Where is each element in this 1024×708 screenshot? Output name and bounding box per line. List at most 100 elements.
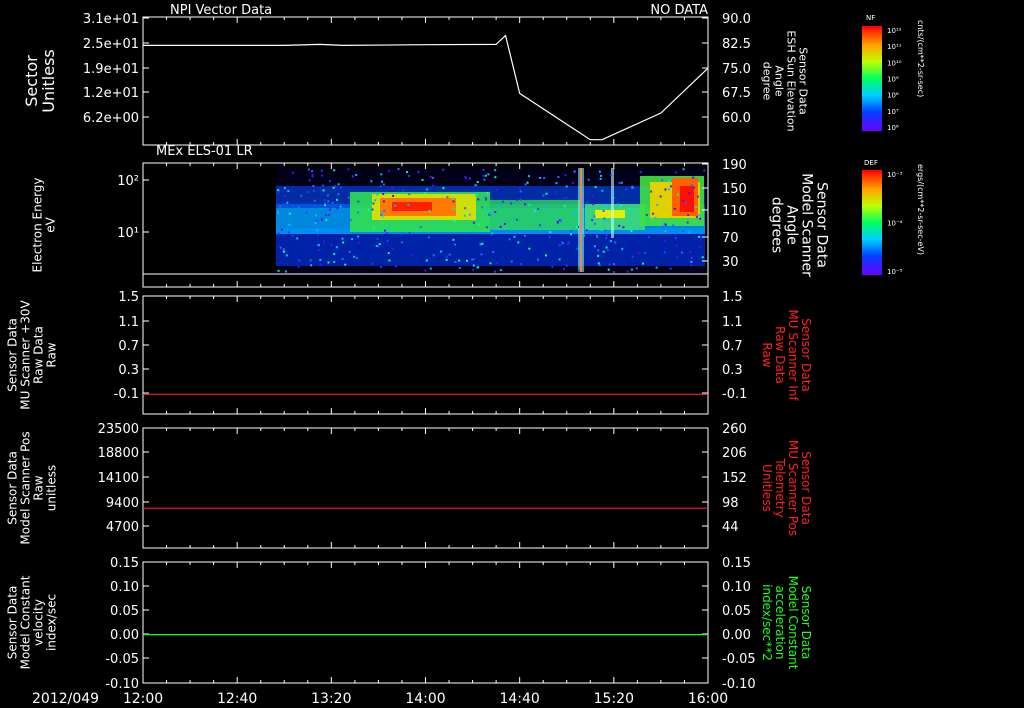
spectrogram-speckle [322, 217, 325, 220]
spectrogram-speckle [333, 260, 336, 263]
spectrogram-speckle [380, 265, 383, 268]
spectrogram-speckle [687, 214, 690, 216]
spectrogram-speckle [494, 169, 497, 172]
spectrogram-speckle [600, 228, 603, 231]
spectrogram-speckle [331, 201, 334, 204]
spectrogram-speckle [282, 248, 285, 251]
right-tick-label: 0.05 [722, 604, 751, 619]
spectrogram-speckle [432, 254, 435, 257]
spectrogram-speckle [603, 217, 606, 220]
spectrogram-speckle [571, 181, 574, 184]
spectrogram-red-d [680, 186, 694, 212]
right-tick-label: 1.1 [722, 315, 743, 330]
right-tick-label: 260 [722, 422, 747, 437]
spectrogram-speckle [656, 203, 659, 206]
left-tick-label: 9400 [106, 496, 139, 511]
left-tick-label: 0.3 [118, 363, 139, 378]
electron-spectrogram [276, 168, 706, 275]
spectrogram-speckle [318, 249, 321, 251]
spectrogram-speckle [690, 260, 693, 263]
right-axis-title: Sensor DataModel Constantaccelerationind… [760, 576, 813, 670]
left-axis-title-line: Unitless [39, 49, 58, 113]
spectrogram-speckle [338, 228, 341, 231]
nf-colorbar-gradient [862, 26, 882, 131]
right-tick-label: 75.0 [722, 62, 751, 77]
spectrogram-speckle [607, 248, 609, 251]
panel1-status: NO DATA [650, 3, 708, 18]
right-axis-title-line: index/sec**2 [760, 584, 774, 661]
spectrogram-speckle [408, 193, 411, 196]
spectrogram-speckle [329, 208, 331, 211]
right-axis-title-line: Sensor Data [813, 182, 829, 268]
spectrogram-speckle [408, 232, 411, 234]
spectrogram-speckle [534, 209, 537, 212]
spectrogram-speckle [674, 234, 677, 237]
right-axis-title-line: Angle [783, 205, 799, 245]
spectrogram-speckle [381, 215, 384, 218]
left-tick-label: 1.9e+01 [83, 62, 139, 77]
spectrogram-speckle [597, 262, 600, 265]
spectrogram-speckle [419, 225, 422, 228]
spectrogram-speckle [355, 174, 358, 176]
spectrogram-speckle [494, 176, 497, 179]
right-axis-title-line: Unitless [760, 464, 774, 512]
spectrogram-speckle [644, 251, 646, 254]
spectrogram-speckle [477, 198, 480, 201]
left-axis-title-line: Sensor Data [6, 586, 20, 660]
spectrogram-speckle [283, 250, 285, 253]
right-axis-title-line: Raw [760, 342, 774, 367]
spectrogram-speckle [519, 198, 522, 201]
spectrogram-speckle [551, 265, 554, 268]
spectrogram-speckle [613, 242, 616, 245]
spectrogram-speckle [285, 254, 288, 257]
spectrogram-speckle [661, 225, 664, 228]
spectrogram-speckle [664, 188, 667, 191]
spectrogram-speckle [319, 263, 322, 266]
spectrogram-speckle [445, 255, 448, 258]
spectrogram-gap [611, 168, 614, 238]
spectrogram-speckle [392, 194, 395, 197]
spectrogram-speckle [353, 255, 356, 258]
spectrogram-speckle [344, 263, 347, 266]
spectrogram-speckle [563, 205, 566, 208]
spectrogram-speckle [613, 271, 615, 274]
spectrogram-speckle [341, 237, 344, 240]
spectrogram-speckle [612, 197, 615, 199]
spectrogram-speckle [357, 211, 359, 214]
spectrogram-speckle [448, 253, 451, 256]
spectrogram-speckle [391, 247, 394, 250]
spectrogram-speckle [607, 268, 610, 271]
spectrogram-speckle [325, 218, 328, 221]
spectrogram-speckle [613, 263, 615, 266]
spectrogram-speckle [554, 191, 557, 194]
spectrogram-speckle [703, 169, 706, 172]
right-axis-title-line: Sensor Data [799, 586, 813, 660]
left-tick-label: 0.00 [110, 628, 139, 643]
spectrogram-speckle [327, 214, 330, 217]
spectrogram-speckle [314, 204, 317, 207]
spectrogram-speckle [579, 248, 582, 251]
spectrogram-speckle [309, 259, 312, 262]
spectrogram-speckle [669, 267, 672, 270]
spectrogram-speckle [686, 221, 689, 224]
spectrogram-speckle [312, 185, 315, 187]
spectrogram-speckle [306, 191, 309, 194]
spectrogram-speckle [324, 214, 327, 216]
spectrogram-speckle [604, 229, 607, 232]
right-tick-label: 0.3 [722, 363, 743, 378]
spectrogram-speckle [476, 181, 479, 183]
spectrogram-speckle [528, 247, 531, 250]
spectrogram-speckle [324, 204, 326, 207]
spectrogram-speckle [566, 243, 569, 246]
spectrogram-speckle [442, 168, 445, 171]
spectrogram-speckle [563, 197, 566, 200]
spectrogram-speckle [454, 261, 457, 263]
spectrogram-speckle [503, 222, 506, 225]
spectrogram-speckle [442, 187, 445, 190]
spectrogram-speckle [432, 176, 434, 179]
spectrogram-speckle [559, 220, 562, 222]
spectrogram-speckle [475, 194, 477, 197]
spectrogram-speckle [320, 218, 323, 221]
spectrogram-speckle [355, 257, 358, 259]
spectrogram-speckle [523, 234, 526, 237]
